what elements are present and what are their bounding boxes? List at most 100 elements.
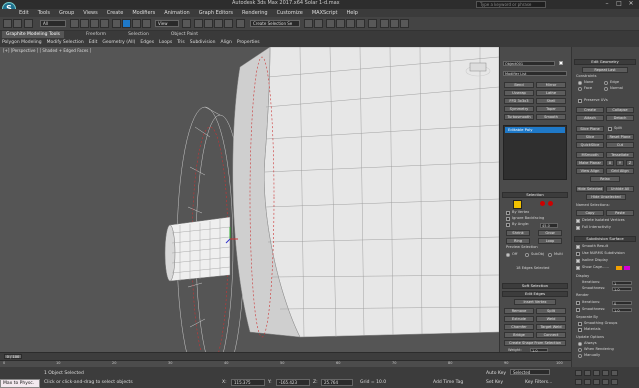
element-mode-icon[interactable] — [548, 201, 553, 206]
zoom-icon[interactable] — [575, 379, 582, 385]
ribbon-align[interactable]: Align — [221, 39, 232, 46]
angle-spinner[interactable]: 45.0 — [540, 223, 558, 228]
grow-button[interactable]: Grow — [538, 230, 562, 236]
menu-views[interactable]: Views — [83, 10, 97, 16]
planar-z-button[interactable]: Z — [626, 160, 634, 166]
preview-subobj-radio[interactable] — [525, 253, 529, 257]
iterations-spinner[interactable]: 1 — [612, 281, 632, 286]
ribbon-properties[interactable]: Properties — [237, 39, 260, 46]
bend-button[interactable]: Bend — [504, 82, 534, 88]
planar-y-button[interactable]: Y — [616, 160, 624, 166]
tab-object-paint[interactable]: Object Paint — [171, 31, 198, 38]
ribbon-polygon-modeling[interactable]: Polygon Modeling — [2, 39, 42, 46]
isoline-display-checkbox[interactable] — [576, 259, 580, 263]
constraint-none-radio[interactable] — [578, 81, 582, 85]
render-production-icon[interactable] — [400, 19, 409, 28]
selection-rollout-header[interactable]: Selection — [502, 192, 568, 198]
unhide-all-button[interactable]: Unhide All — [606, 186, 634, 192]
lathe-button[interactable]: Lathe — [536, 90, 566, 96]
quickslice-button[interactable]: QuickSlice — [576, 142, 604, 148]
tab-freeform[interactable]: Freeform — [86, 31, 106, 38]
uvwrap-button[interactable]: Uvwrap — [504, 90, 534, 96]
paste-button[interactable]: Paste — [606, 210, 634, 216]
object-color-swatch[interactable] — [559, 61, 563, 65]
time-slider[interactable]: 0 / 100 — [0, 352, 571, 360]
render-smoothness-spinner[interactable]: 1.0 — [612, 308, 632, 313]
set-key-button[interactable]: Set Key — [486, 380, 503, 385]
create-shape-button[interactable]: Create Shape From Selection — [504, 340, 566, 346]
mirror-button[interactable]: Mirror — [536, 82, 566, 88]
track-bar[interactable]: 0 10 20 30 40 50 60 70 80 90 100 — [0, 360, 571, 367]
maxscript-listener-input[interactable]: Max to Physc. — [0, 379, 40, 388]
object-name-field[interactable]: Object001 — [503, 61, 555, 66]
zoom-all-icon[interactable] — [584, 379, 591, 385]
update-always-radio[interactable] — [578, 342, 582, 346]
spinner-snap-icon[interactable] — [224, 19, 233, 28]
orbit-icon[interactable] — [602, 379, 609, 385]
menu-group[interactable]: Group — [59, 10, 74, 16]
preserve-uvs-checkbox[interactable] — [578, 99, 582, 103]
insert-vertex-button[interactable]: Insert Vertex — [514, 299, 556, 305]
edit-edges-rollout-header[interactable]: Edit Edges — [502, 291, 568, 297]
menu-help[interactable]: Help — [347, 10, 358, 16]
copy-button[interactable]: Copy — [576, 210, 604, 216]
edit-geometry-header[interactable]: Edit Geometry — [574, 59, 636, 65]
selection-set-dropdown[interactable]: Selected — [510, 369, 550, 375]
modifier-stack[interactable]: Editable Poly — [503, 125, 567, 180]
target-weld-button[interactable]: Target Weld — [536, 324, 566, 330]
slice-plane-button[interactable]: Slice Plane — [576, 126, 604, 132]
menu-tools[interactable]: Tools — [38, 10, 50, 16]
show-cage-checkbox[interactable] — [576, 266, 580, 270]
previous-frame-icon[interactable] — [584, 370, 591, 376]
preview-multi-radio[interactable] — [548, 253, 552, 257]
split-edge-button[interactable]: Split — [536, 308, 566, 314]
hide-selected-button[interactable]: Hide Selected — [576, 186, 604, 192]
bridge-button[interactable]: Bridge — [504, 332, 534, 338]
tab-selection[interactable]: Selection — [128, 31, 149, 38]
z-coordinate-field[interactable]: 25.764 — [321, 379, 353, 386]
smooth-button[interactable]: Smooth — [536, 114, 566, 120]
by-angle-checkbox[interactable] — [506, 223, 510, 227]
delete-isolated-checkbox[interactable] — [576, 219, 580, 223]
remove-button[interactable]: Remove — [504, 308, 534, 314]
constraint-normal-radio[interactable] — [604, 87, 608, 91]
undo-icon[interactable] — [3, 19, 12, 28]
constraint-face-radio[interactable] — [578, 87, 582, 91]
named-selection-sets-dropdown[interactable]: Create Selection Se — [250, 20, 300, 27]
attach-button[interactable]: Attach — [576, 115, 604, 121]
cage-color-swatch[interactable] — [616, 266, 622, 270]
constraint-edge-radio[interactable] — [604, 81, 608, 85]
reset-plane-button[interactable]: Reset Plane — [606, 134, 634, 140]
selection-filter-dropdown[interactable]: All — [40, 20, 66, 27]
menu-edit[interactable]: Edit — [19, 10, 29, 16]
tab-graphite-modeling-tools[interactable]: Graphite Modeling Tools — [2, 31, 65, 38]
percent-snap-icon[interactable] — [214, 19, 223, 28]
select-place-icon[interactable] — [142, 19, 151, 28]
preview-off-radio[interactable] — [506, 253, 510, 257]
ribbon-tris[interactable]: Tris — [177, 39, 185, 46]
hide-unselected-button[interactable]: Hide Unselected — [586, 194, 626, 200]
graphite-toggle-icon[interactable] — [336, 19, 345, 28]
reference-coordinate-dropdown[interactable]: View — [155, 20, 179, 27]
schematic-view-icon[interactable] — [356, 19, 365, 28]
edit-named-selection-icon[interactable] — [236, 19, 245, 28]
material-editor-icon[interactable] — [368, 19, 377, 28]
slice-button[interactable]: Slice — [576, 134, 604, 140]
render-iterations-checkbox[interactable] — [576, 301, 580, 305]
by-vertex-checkbox[interactable] — [506, 211, 510, 215]
play-icon[interactable] — [593, 370, 600, 376]
render-setup-icon[interactable] — [380, 19, 389, 28]
shrink-button[interactable]: Shrink — [506, 230, 530, 236]
split-checkbox[interactable] — [608, 127, 612, 131]
detach-button[interactable]: Detach — [606, 115, 634, 121]
ignore-backfacing-checkbox[interactable] — [506, 217, 510, 221]
smoothing-groups-checkbox[interactable] — [578, 322, 582, 326]
update-manually-radio[interactable] — [578, 354, 582, 358]
key-filters-button[interactable]: Key Filters... — [525, 380, 552, 385]
ribbon-edit[interactable]: Edit — [89, 39, 98, 46]
extrude-button[interactable]: Extrude — [504, 316, 534, 322]
pan-icon[interactable] — [593, 379, 600, 385]
mirror-icon[interactable] — [304, 19, 313, 28]
snap-toggle-icon[interactable] — [194, 19, 203, 28]
subdivision-surface-header[interactable]: Subdivision Surface — [574, 236, 636, 242]
